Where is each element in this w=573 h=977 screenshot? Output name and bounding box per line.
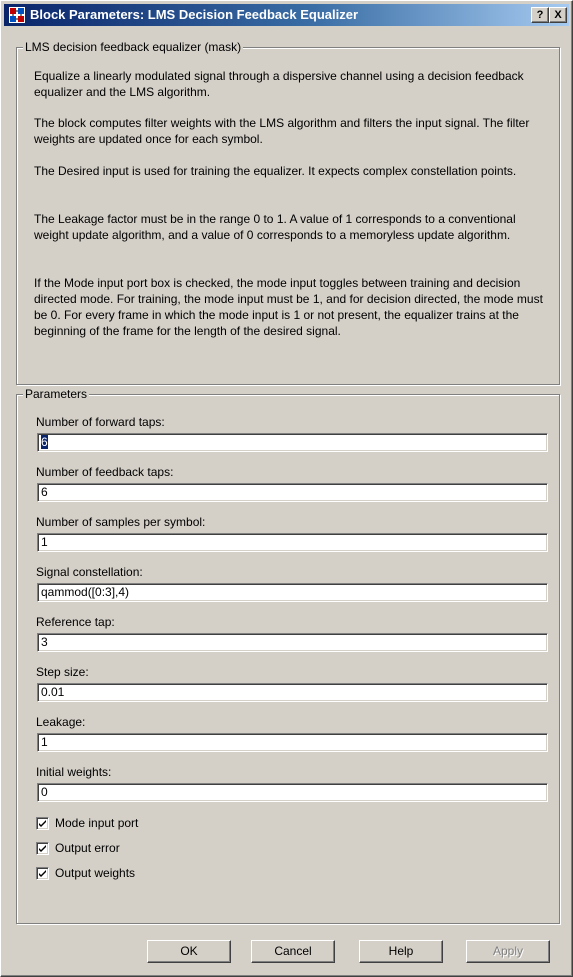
mode-input-port-checkbox[interactable]	[36, 817, 49, 830]
output-error-label: Output error	[55, 841, 120, 855]
cancel-button[interactable]: Cancel	[251, 940, 335, 963]
step-size-label: Step size:	[36, 665, 89, 679]
block-parameters-dialog: Block Parameters: LMS Decision Feedback …	[0, 0, 573, 977]
leakage-input[interactable]: 1	[37, 733, 548, 752]
forward-taps-value: 6	[41, 435, 48, 449]
samples-per-symbol-input[interactable]: 1	[37, 533, 548, 552]
description-paragraph: Equalize a linearly modulated signal thr…	[34, 69, 524, 99]
leakage-label: Leakage:	[36, 715, 86, 729]
reference-tap-input[interactable]: 3	[37, 633, 548, 652]
description-paragraph: The Leakage factor must be in the range …	[34, 212, 516, 242]
ok-button[interactable]: OK	[147, 940, 231, 963]
feedback-taps-input[interactable]: 6	[37, 483, 548, 502]
description-paragraph: The block computes filter weights with t…	[34, 116, 530, 146]
simulink-block-icon	[9, 7, 25, 23]
description-group: LMS decision feedback equalizer (mask) E…	[16, 40, 560, 385]
output-weights-checkbox[interactable]	[36, 867, 49, 880]
description-group-legend: LMS decision feedback equalizer (mask)	[23, 40, 244, 54]
checkmark-icon	[39, 845, 46, 852]
mode-input-port-label: Mode input port	[55, 816, 139, 830]
signal-constellation-input[interactable]: qammod([0:3],4)	[37, 583, 548, 602]
help-button[interactable]: Help	[359, 940, 443, 963]
description-paragraph: If the Mode input port box is checked, t…	[34, 276, 543, 338]
title-bar[interactable]: Block Parameters: LMS Decision Feedback …	[4, 4, 569, 26]
parameters-group-legend: Parameters	[23, 387, 90, 401]
feedback-taps-label: Number of feedback taps:	[36, 465, 174, 479]
forward-taps-label: Number of forward taps:	[36, 415, 165, 429]
output-error-checkbox[interactable]	[36, 842, 49, 855]
forward-taps-input[interactable]: 6	[37, 433, 548, 452]
close-icon[interactable]: X	[549, 7, 567, 23]
output-weights-label: Output weights	[55, 866, 136, 880]
description-paragraph: The Desired input is used for training t…	[34, 164, 517, 178]
step-size-input[interactable]: 0.01	[37, 683, 548, 702]
reference-tap-label: Reference tap:	[36, 615, 115, 629]
signal-constellation-label: Signal constellation:	[36, 565, 143, 579]
checkmark-icon	[39, 820, 46, 827]
parameters-group: Parameters Number of forward taps: 6 Num…	[16, 387, 560, 924]
help-icon[interactable]: ?	[531, 7, 549, 23]
initial-weights-input[interactable]: 0	[37, 783, 548, 802]
initial-weights-label: Initial weights:	[36, 765, 112, 779]
samples-per-symbol-label: Number of samples per symbol:	[36, 515, 206, 529]
window-title: Block Parameters: LMS Decision Feedback …	[30, 7, 359, 22]
checkmark-icon	[39, 870, 46, 877]
apply-button[interactable]: Apply	[466, 940, 550, 963]
